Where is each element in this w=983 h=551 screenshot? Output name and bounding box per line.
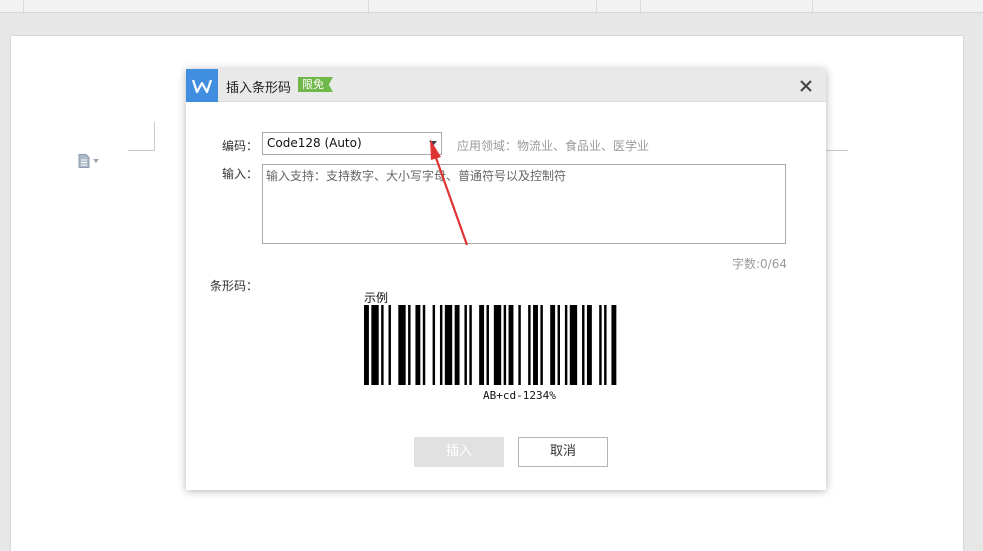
barcode-bar (432, 305, 436, 385)
input-label: 输入： (222, 167, 259, 181)
barcode-bar (503, 305, 507, 385)
dialog-title: 插入条形码 (226, 81, 292, 96)
encoding-select-value: Code128 (Auto) (267, 136, 362, 150)
application-hint: 应用领域：物流业、食品业、医学业 (457, 139, 650, 153)
sample-label: 示例 (364, 291, 389, 305)
barcode-bar (381, 305, 384, 385)
barcode-bar (508, 305, 514, 385)
barcode-input[interactable] (262, 164, 786, 244)
barcode-bar (408, 305, 411, 385)
app-top-bar (0, 0, 983, 13)
barcode-bar (388, 305, 391, 385)
barcode-bar (569, 305, 578, 385)
barcode-bar (528, 305, 531, 385)
chevron-down-icon[interactable] (429, 141, 437, 146)
barcode-bar (611, 305, 617, 385)
barcode-bar (586, 305, 592, 385)
barcode-bar (493, 305, 502, 385)
barcode-text: AB+cd-1234% (483, 389, 556, 402)
barcode-bar (486, 305, 489, 385)
barcode-label: 条形码： (210, 279, 259, 293)
encoding-label: 编码： (222, 139, 259, 153)
cancel-button[interactable]: 取消 (518, 437, 608, 467)
insert-barcode-dialog: 插入条形码 限免 编码： Code128 (Auto) 应用领域：物流业、食品业… (186, 69, 826, 490)
barcode-bar (469, 305, 472, 385)
barcode-bar (439, 305, 443, 385)
barcode-bar (464, 305, 467, 385)
barcode-bar (371, 305, 379, 385)
barcode-bar (540, 305, 543, 385)
page-margin-corner-horizontal (128, 150, 155, 151)
encoding-select[interactable]: Code128 (Auto) (262, 132, 442, 155)
barcode-bar (518, 305, 521, 385)
close-icon[interactable] (798, 78, 814, 94)
wps-logo-icon (186, 69, 218, 102)
barcode-preview (364, 305, 617, 385)
barcode-bar (599, 305, 602, 385)
barcode-bar (479, 305, 485, 385)
barcode-bar (604, 305, 607, 385)
barcode-bar (422, 305, 426, 385)
free-badge: 限免 (298, 77, 333, 92)
barcode-bar (564, 305, 568, 385)
barcode-bar (557, 305, 560, 385)
barcode-bar (582, 305, 585, 385)
barcode-bar (454, 305, 460, 385)
barcode-bar (364, 305, 369, 385)
document-icon[interactable] (78, 153, 106, 169)
barcode-bar (398, 305, 406, 385)
char-count: 字数:0/64 (732, 257, 787, 271)
barcode-bar (415, 305, 421, 385)
barcode-bar (533, 305, 538, 385)
barcode-bar (444, 305, 453, 385)
barcode-bar (550, 305, 556, 385)
insert-button[interactable]: 插入 (414, 437, 504, 467)
dialog-titlebar[interactable]: 插入条形码 限免 (186, 69, 826, 102)
page-margin-corner (154, 122, 155, 150)
